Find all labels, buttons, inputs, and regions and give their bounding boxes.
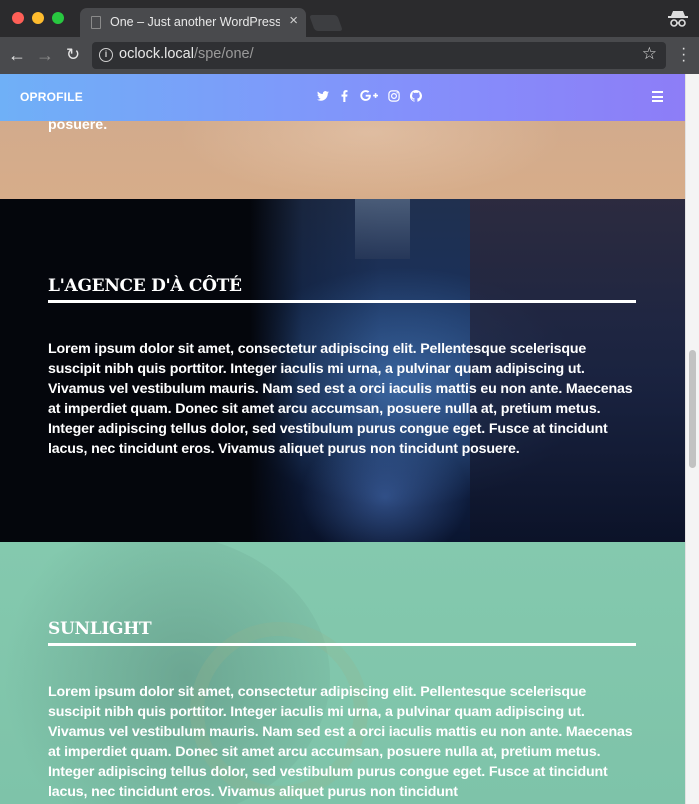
page-icon — [91, 16, 101, 29]
sunlight-content: SUNLIGHT Lorem ipsum dolor sit amet, con… — [48, 619, 636, 802]
reload-icon[interactable]: ↻ — [62, 44, 84, 66]
instagram-icon[interactable] — [387, 89, 400, 102]
bookmark-star-icon[interactable]: ☆ — [642, 44, 657, 64]
incognito-icon — [668, 11, 688, 27]
section-title: L'AGENCE D'À CÔTÉ — [48, 276, 636, 303]
url-path: /spe/one/ — [193, 46, 254, 62]
section-body: Lorem ipsum dolor sit amet, consectetur … — [48, 684, 633, 800]
section-body: Lorem ipsum dolor sit amet, consectetur … — [48, 341, 633, 457]
section-agence: L'AGENCE D'À CÔTÉ Lorem ipsum dolor sit … — [0, 199, 685, 542]
social-links — [316, 89, 422, 102]
page-viewport: OPROFILE posuere. L'AGENCE D'À CÔTÉ Lore… — [0, 74, 699, 804]
browser-tab[interactable]: One – Just another WordPress × — [80, 8, 306, 37]
browser-menu-icon[interactable]: · · · — [681, 41, 686, 69]
tab-close-icon[interactable]: × — [289, 13, 298, 28]
site-info-icon[interactable]: i — [99, 48, 113, 62]
page-scrollbar[interactable] — [685, 74, 699, 804]
site-brand[interactable]: OPROFILE — [20, 90, 83, 104]
close-window-button[interactable] — [12, 12, 24, 24]
browser-toolbar: ← → ↻ i oclock.local/spe/one/ ☆ · · · — [0, 37, 699, 74]
google-plus-icon[interactable] — [360, 89, 378, 102]
facebook-icon[interactable] — [338, 89, 351, 102]
menu-hamburger-icon[interactable] — [652, 91, 663, 102]
forward-arrow-icon[interactable]: → — [34, 44, 56, 66]
web-page: OPROFILE posuere. L'AGENCE D'À CÔTÉ Lore… — [0, 74, 685, 804]
scrollbar-thumb[interactable] — [689, 350, 696, 468]
agence-content: L'AGENCE D'À CÔTÉ Lorem ipsum dolor sit … — [48, 276, 636, 459]
browser-titlebar: One – Just another WordPress × — [0, 0, 699, 37]
url-text[interactable]: oclock.local/spe/one/ — [119, 46, 254, 62]
address-bar[interactable]: i oclock.local/spe/one/ ☆ — [92, 42, 666, 69]
url-host: oclock.local — [119, 46, 194, 62]
back-arrow-icon[interactable]: ← — [6, 44, 28, 66]
tab-title: One – Just another WordPress — [110, 15, 280, 29]
twitter-icon[interactable] — [316, 89, 329, 102]
github-icon[interactable] — [409, 89, 422, 102]
section-sunlight: SUNLIGHT Lorem ipsum dolor sit amet, con… — [0, 542, 685, 804]
alley-building — [355, 199, 410, 259]
window-controls — [12, 12, 64, 24]
site-navbar: OPROFILE — [0, 74, 685, 121]
maximize-window-button[interactable] — [52, 12, 64, 24]
new-tab-button[interactable] — [309, 15, 343, 31]
minimize-window-button[interactable] — [32, 12, 44, 24]
section-title: SUNLIGHT — [48, 619, 636, 646]
